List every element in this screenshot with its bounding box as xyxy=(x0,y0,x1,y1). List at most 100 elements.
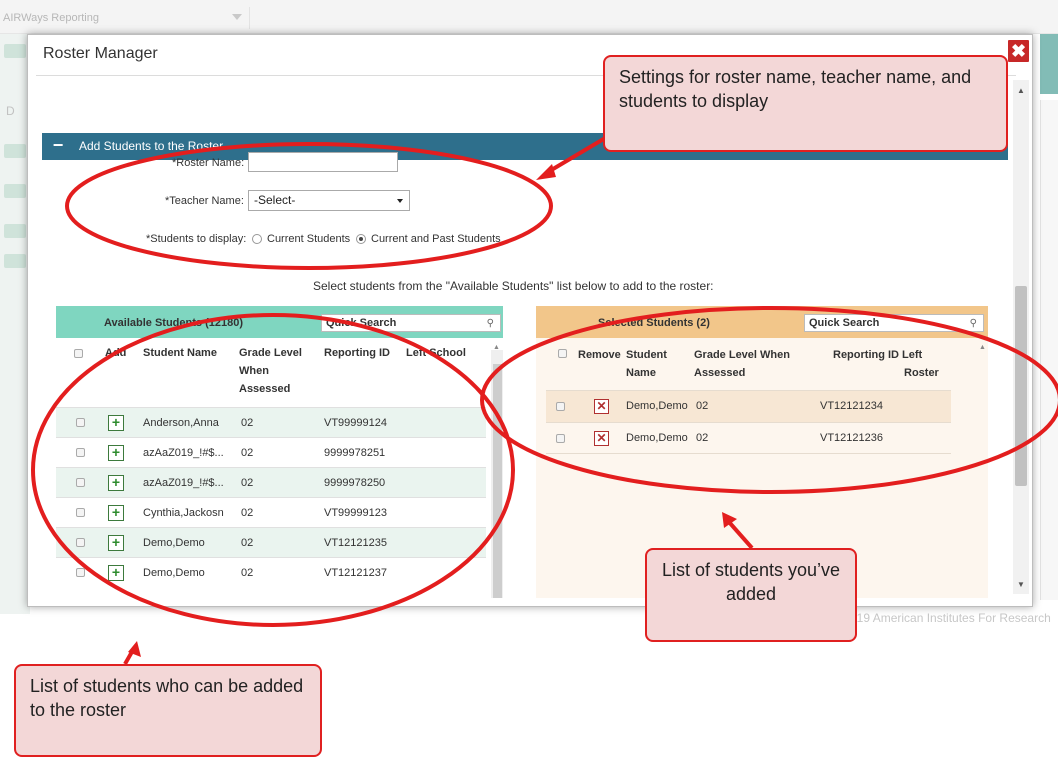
col-rid-1[interactable]: Reporting ID Left xyxy=(833,346,922,364)
app-footer: 019 American Institutes For Research xyxy=(850,611,1051,625)
scroll-down-icon[interactable]: ▼ xyxy=(1017,580,1025,589)
col-add: Add xyxy=(105,347,127,359)
grade: 02 xyxy=(241,447,254,459)
add-student-button[interactable]: + xyxy=(108,565,124,581)
reporting-id: VT99999124 xyxy=(324,417,387,429)
col-left-school[interactable]: Left School xyxy=(406,344,466,362)
row-checkbox[interactable] xyxy=(76,568,85,577)
add-student-button[interactable]: + xyxy=(108,415,124,431)
grade: 02 xyxy=(241,537,254,549)
search-icon[interactable]: ⚲ xyxy=(487,316,494,332)
available-search-placeholder: Quick Search xyxy=(326,317,397,329)
select-all-checkbox[interactable] xyxy=(558,349,567,358)
grade: 02 xyxy=(241,507,254,519)
row-checkbox[interactable] xyxy=(76,508,85,517)
collapse-icon[interactable]: − xyxy=(49,136,67,155)
student-name: Cynthia,Jackosn xyxy=(143,507,224,519)
reporting-id: VT12121234 xyxy=(820,400,883,412)
reporting-id: VT99999123 xyxy=(324,507,387,519)
close-button[interactable]: ✖ xyxy=(1007,39,1030,63)
selected-row: ✕ Demo,Demo 02 VT12121236 xyxy=(546,422,951,454)
available-arrowhead xyxy=(128,641,141,657)
modal-title: Roster Manager xyxy=(43,45,158,62)
student-name: Demo,Demo xyxy=(626,432,688,444)
row-checkbox[interactable] xyxy=(76,478,85,487)
student-name: Demo,Demo xyxy=(143,537,205,549)
reporting-id: VT12121235 xyxy=(324,537,387,549)
sidebar-letter: D xyxy=(6,104,15,118)
remove-student-button[interactable]: ✕ xyxy=(594,431,609,446)
row-checkbox[interactable] xyxy=(556,434,565,443)
selected-search-placeholder: Quick Search xyxy=(809,317,880,329)
add-student-button[interactable]: + xyxy=(108,475,124,491)
add-student-button[interactable]: + xyxy=(108,505,124,521)
table-row: + Cynthia,Jackosn 02 VT99999123 xyxy=(56,497,486,527)
available-arrow xyxy=(123,649,135,665)
search-icon[interactable]: ⚲ xyxy=(970,316,977,332)
grade: 02 xyxy=(241,567,254,579)
selected-search-input[interactable]: Quick Search ⚲ xyxy=(804,314,984,332)
callout-available-text: List of students who can be added to the… xyxy=(30,676,304,720)
callout-settings: Settings for roster name, teacher name, … xyxy=(603,55,1008,152)
available-title: Available Students (12180) xyxy=(104,317,243,329)
student-name: Demo,Demo xyxy=(626,400,688,412)
radio-current-past-students[interactable] xyxy=(356,234,366,244)
col-grade-3: Assessed xyxy=(239,383,291,395)
teacher-select-value: -Select- xyxy=(254,193,296,207)
table-row: + azAaZ019_!#$... 02 9999978250 xyxy=(56,467,486,497)
scroll-up-icon[interactable]: ▲ xyxy=(979,344,986,351)
students-display-label: *Students to display: xyxy=(146,233,247,245)
add-student-button[interactable]: + xyxy=(108,445,124,461)
callout-settings-text: Settings for roster name, teacher name, … xyxy=(619,67,972,111)
col-rid-2: Roster xyxy=(904,367,939,379)
col-student-name[interactable]: Student Name xyxy=(143,344,217,362)
reporting-id: VT12121236 xyxy=(820,432,883,444)
row-checkbox[interactable] xyxy=(76,448,85,457)
sidebar-tile xyxy=(4,224,26,238)
row-checkbox[interactable] xyxy=(556,402,565,411)
reporting-id: VT12121237 xyxy=(324,567,387,579)
sidebar-tile xyxy=(4,254,26,268)
callout-added-text: List of students you’ve added xyxy=(661,560,841,604)
col-grade-1[interactable]: Grade Level When xyxy=(694,346,790,364)
student-name: azAaZ019_!#$... xyxy=(143,447,224,459)
table-row: + Demo,Demo 02 VT12121235 xyxy=(56,527,486,557)
app-sidebar: D xyxy=(0,34,30,614)
col-grade-2: Assessed xyxy=(694,367,746,379)
available-students-panel: Available Students (12180) Quick Search … xyxy=(56,306,503,598)
scroll-up-icon[interactable]: ▲ xyxy=(1017,86,1025,95)
app-selector[interactable]: AIRWays Reporting xyxy=(0,7,250,29)
reporting-id: 9999978250 xyxy=(324,477,386,489)
col-student-1[interactable]: Student xyxy=(626,346,667,364)
available-scroll-thumb[interactable] xyxy=(493,364,502,598)
grade: 02 xyxy=(241,477,254,489)
row-checkbox[interactable] xyxy=(76,538,85,547)
callout-added: List of students you’ve added xyxy=(645,548,857,642)
modal-scroll-thumb[interactable] xyxy=(1015,286,1027,486)
callout-available: List of students who can be added to the… xyxy=(14,664,322,757)
app-right-tile xyxy=(1040,34,1058,94)
col-grade-1[interactable]: Grade Level xyxy=(239,344,302,362)
roster-name-label: *Roster Name: xyxy=(172,157,245,169)
table-row: + Demo,Demo 02 VT12121237 xyxy=(56,557,486,587)
dropdown-arrow-icon xyxy=(397,199,403,203)
available-search-input[interactable]: Quick Search ⚲ xyxy=(321,314,501,332)
student-name: Anderson,Anna xyxy=(143,417,219,429)
col-reporting-id[interactable]: Reporting ID xyxy=(324,344,390,362)
scroll-up-icon[interactable]: ▲ xyxy=(493,344,500,351)
roster-name-input[interactable] xyxy=(248,152,398,172)
teacher-name-select[interactable]: -Select- xyxy=(248,190,410,211)
option-current-label: Current Students xyxy=(267,233,351,245)
screenshot-stage: AIRWays Reporting D 019 American Institu… xyxy=(0,0,1058,759)
teacher-name-label: *Teacher Name: xyxy=(165,195,244,207)
table-row: + Anderson,Anna 02 VT99999124 xyxy=(56,407,486,437)
remove-student-button[interactable]: ✕ xyxy=(594,399,609,414)
select-all-checkbox[interactable] xyxy=(74,349,83,358)
sidebar-tile xyxy=(4,144,26,158)
chevron-down-icon[interactable] xyxy=(232,14,242,20)
add-student-button[interactable]: + xyxy=(108,535,124,551)
row-checkbox[interactable] xyxy=(76,418,85,427)
radio-current-students[interactable] xyxy=(252,234,262,244)
selected-title: Selected Students (2) xyxy=(598,317,710,329)
app-right-panel xyxy=(1040,100,1058,600)
